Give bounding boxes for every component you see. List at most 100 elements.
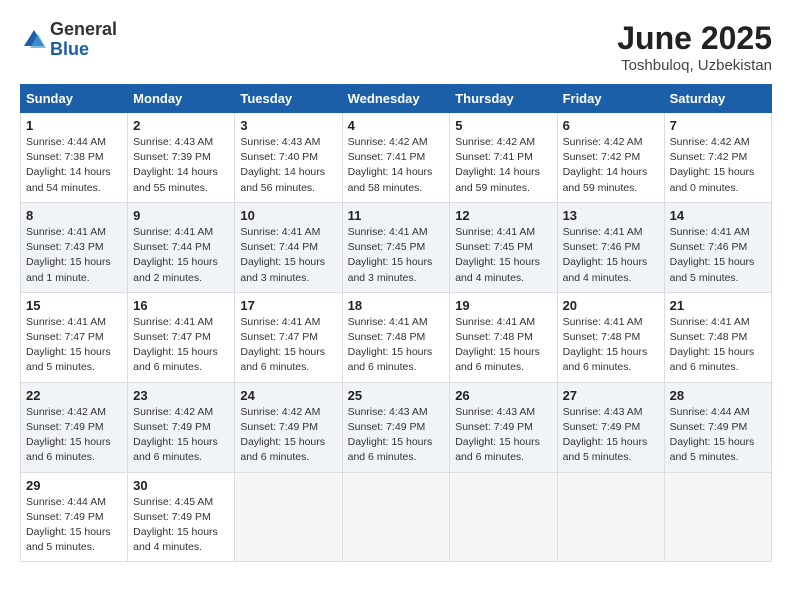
day-info: Sunrise: 4:44 AM Sunset: 7:38 PM Dayligh… [26,135,122,196]
calendar-week-row: 22 Sunrise: 4:42 AM Sunset: 7:49 PM Dayli… [21,382,772,472]
day-info: Sunrise: 4:41 AM Sunset: 7:46 PM Dayligh… [670,225,766,286]
day-number: 13 [563,208,659,223]
calendar-cell [664,472,771,562]
calendar-cell: 17 Sunrise: 4:41 AM Sunset: 7:47 PM Dayli… [235,292,342,382]
day-number: 26 [455,388,551,403]
month-title: June 2025 [617,20,772,57]
calendar-week-row: 8 Sunrise: 4:41 AM Sunset: 7:43 PM Daylig… [21,202,772,292]
calendar: SundayMondayTuesdayWednesdayThursdayFrid… [20,84,772,562]
calendar-cell: 5Sunrise: 4:42 AM Sunset: 7:41 PM Daylig… [450,113,557,203]
calendar-cell: 10Sunrise: 4:41 AM Sunset: 7:44 PM Dayli… [235,202,342,292]
calendar-cell: 16 Sunrise: 4:41 AM Sunset: 7:47 PM Dayli… [128,292,235,382]
logo-text: General Blue [50,20,117,60]
calendar-cell: 29Sunrise: 4:44 AM Sunset: 7:49 PM Dayli… [21,472,128,562]
day-number: 16 [133,298,229,313]
calendar-cell: 13 Sunrise: 4:41 AM Sunset: 7:46 PM Dayli… [557,202,664,292]
day-info: Sunrise: 4:44 AM Sunset: 7:49 PM Dayligh… [26,495,122,556]
day-number: 6 [563,118,659,133]
day-number: 4 [348,118,445,133]
day-number: 12 [455,208,551,223]
day-info: Sunrise: 4:43 AM Sunset: 7:49 PM Dayligh… [348,405,445,466]
calendar-cell [557,472,664,562]
calendar-cell: 26 Sunrise: 4:43 AM Sunset: 7:49 PM Dayli… [450,382,557,472]
weekday-header-wednesday: Wednesday [342,85,450,113]
day-info: Sunrise: 4:41 AM Sunset: 7:45 PM Dayligh… [455,225,551,286]
calendar-cell: 30Sunrise: 4:45 AM Sunset: 7:49 PM Dayli… [128,472,235,562]
day-info: Sunrise: 4:41 AM Sunset: 7:46 PM Dayligh… [563,225,659,286]
calendar-cell [450,472,557,562]
day-info: Sunrise: 4:41 AM Sunset: 7:48 PM Dayligh… [348,315,445,376]
day-info: Sunrise: 4:41 AM Sunset: 7:48 PM Dayligh… [563,315,659,376]
calendar-cell [342,472,450,562]
calendar-cell: 2 Sunrise: 4:43 AM Sunset: 7:39 PM Daylig… [128,113,235,203]
day-number: 21 [670,298,766,313]
title-block: June 2025 Toshbuloq, Uzbekistan [617,20,772,74]
day-number: 20 [563,298,659,313]
logo-general: General [50,20,117,40]
calendar-cell: 24 Sunrise: 4:42 AM Sunset: 7:49 PM Dayli… [235,382,342,472]
day-info: Sunrise: 4:41 AM Sunset: 7:48 PM Dayligh… [455,315,551,376]
calendar-cell: 20 Sunrise: 4:41 AM Sunset: 7:48 PM Dayli… [557,292,664,382]
day-number: 19 [455,298,551,313]
weekday-header-thursday: Thursday [450,85,557,113]
day-info: Sunrise: 4:43 AM Sunset: 7:40 PM Dayligh… [240,135,336,196]
weekday-header-saturday: Saturday [664,85,771,113]
calendar-cell [235,472,342,562]
weekday-header-sunday: Sunday [21,85,128,113]
calendar-cell: 18 Sunrise: 4:41 AM Sunset: 7:48 PM Dayli… [342,292,450,382]
weekday-header-row: SundayMondayTuesdayWednesdayThursdayFrid… [21,85,772,113]
day-info: Sunrise: 4:42 AM Sunset: 7:42 PM Dayligh… [563,135,659,196]
location: Toshbuloq, Uzbekistan [617,57,772,74]
day-info: Sunrise: 4:41 AM Sunset: 7:47 PM Dayligh… [26,315,122,376]
calendar-cell: 25Sunrise: 4:43 AM Sunset: 7:49 PM Dayli… [342,382,450,472]
calendar-cell: 12 Sunrise: 4:41 AM Sunset: 7:45 PM Dayli… [450,202,557,292]
page-header: General Blue June 2025 Toshbuloq, Uzbeki… [20,20,772,74]
calendar-cell: 7 Sunrise: 4:42 AM Sunset: 7:42 PM Daylig… [664,113,771,203]
weekday-header-friday: Friday [557,85,664,113]
day-info: Sunrise: 4:42 AM Sunset: 7:41 PM Dayligh… [455,135,551,196]
day-info: Sunrise: 4:41 AM Sunset: 7:43 PM Dayligh… [26,225,122,286]
day-info: Sunrise: 4:42 AM Sunset: 7:49 PM Dayligh… [133,405,229,466]
calendar-week-row: 1 Sunrise: 4:44 AM Sunset: 7:38 PM Daylig… [21,113,772,203]
day-number: 14 [670,208,766,223]
day-number: 1 [26,118,122,133]
day-info: Sunrise: 4:44 AM Sunset: 7:49 PM Dayligh… [670,405,766,466]
day-number: 2 [133,118,229,133]
day-number: 7 [670,118,766,133]
day-info: Sunrise: 4:41 AM Sunset: 7:44 PM Dayligh… [133,225,229,286]
calendar-cell: 14 Sunrise: 4:41 AM Sunset: 7:46 PM Dayli… [664,202,771,292]
day-info: Sunrise: 4:41 AM Sunset: 7:48 PM Dayligh… [670,315,766,376]
calendar-cell: 19 Sunrise: 4:41 AM Sunset: 7:48 PM Dayli… [450,292,557,382]
day-info: Sunrise: 4:43 AM Sunset: 7:49 PM Dayligh… [455,405,551,466]
day-number: 11 [348,208,445,223]
calendar-cell: 15 Sunrise: 4:41 AM Sunset: 7:47 PM Dayli… [21,292,128,382]
calendar-cell: 23 Sunrise: 4:42 AM Sunset: 7:49 PM Dayli… [128,382,235,472]
logo: General Blue [20,20,117,60]
day-number: 28 [670,388,766,403]
day-info: Sunrise: 4:43 AM Sunset: 7:49 PM Dayligh… [563,405,659,466]
calendar-week-row: 15 Sunrise: 4:41 AM Sunset: 7:47 PM Dayli… [21,292,772,382]
weekday-header-monday: Monday [128,85,235,113]
day-info: Sunrise: 4:42 AM Sunset: 7:42 PM Dayligh… [670,135,766,196]
day-number: 18 [348,298,445,313]
calendar-cell: 8 Sunrise: 4:41 AM Sunset: 7:43 PM Daylig… [21,202,128,292]
day-number: 17 [240,298,336,313]
day-number: 27 [563,388,659,403]
calendar-cell: 21 Sunrise: 4:41 AM Sunset: 7:48 PM Dayli… [664,292,771,382]
day-number: 8 [26,208,122,223]
day-info: Sunrise: 4:43 AM Sunset: 7:39 PM Dayligh… [133,135,229,196]
day-info: Sunrise: 4:42 AM Sunset: 7:49 PM Dayligh… [240,405,336,466]
day-number: 24 [240,388,336,403]
calendar-cell: 6 Sunrise: 4:42 AM Sunset: 7:42 PM Daylig… [557,113,664,203]
day-number: 9 [133,208,229,223]
calendar-cell: 27 Sunrise: 4:43 AM Sunset: 7:49 PM Dayli… [557,382,664,472]
day-number: 22 [26,388,122,403]
day-number: 15 [26,298,122,313]
day-info: Sunrise: 4:41 AM Sunset: 7:47 PM Dayligh… [133,315,229,376]
day-info: Sunrise: 4:42 AM Sunset: 7:41 PM Dayligh… [348,135,445,196]
day-info: Sunrise: 4:41 AM Sunset: 7:47 PM Dayligh… [240,315,336,376]
calendar-cell: 11Sunrise: 4:41 AM Sunset: 7:45 PM Dayli… [342,202,450,292]
calendar-cell: 1 Sunrise: 4:44 AM Sunset: 7:38 PM Daylig… [21,113,128,203]
calendar-cell: 9 Sunrise: 4:41 AM Sunset: 7:44 PM Daylig… [128,202,235,292]
day-number: 23 [133,388,229,403]
